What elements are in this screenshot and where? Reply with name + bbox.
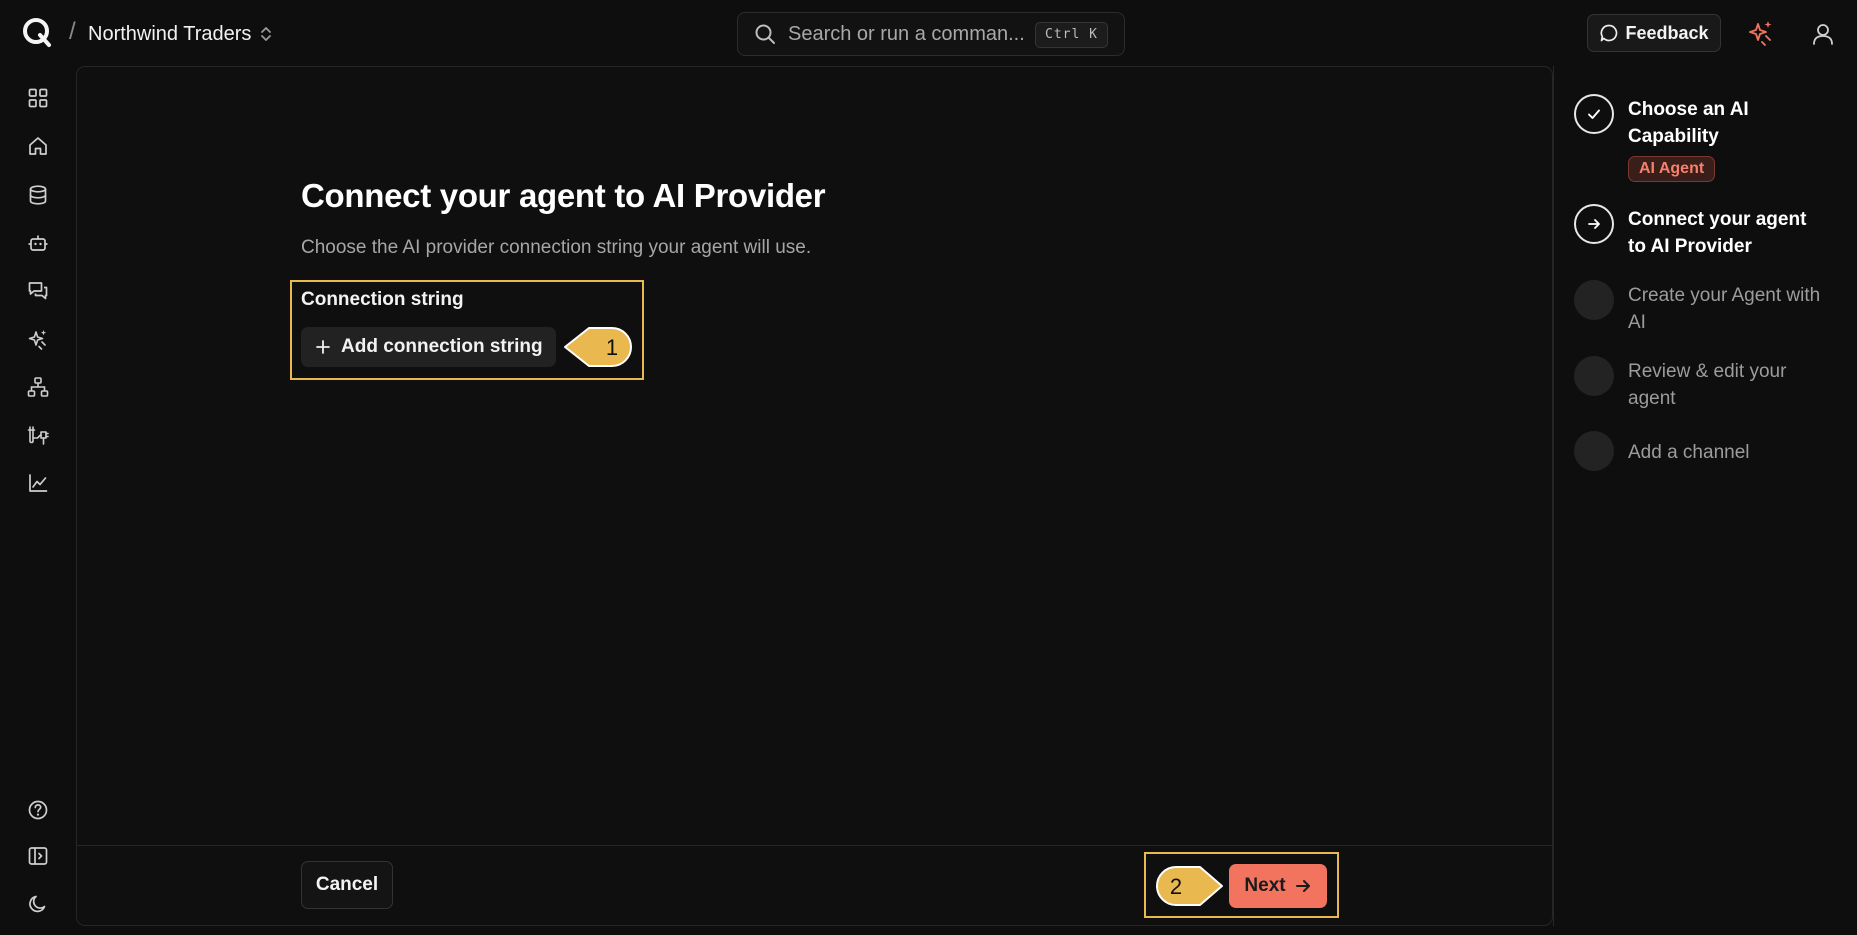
home-icon: [29, 137, 47, 155]
search-icon: [755, 24, 775, 44]
help-icon: [28, 800, 48, 820]
nav-item-home[interactable]: [24, 132, 52, 160]
page-subtitle: Choose the AI provider connection string…: [301, 237, 812, 258]
next-label: Next: [1244, 875, 1286, 896]
add-connection-string-label: Add connection string: [341, 336, 543, 357]
moon-icon: [29, 895, 46, 913]
grid-icon: [28, 88, 48, 108]
step-label: Connect your agent to AI Provider: [1628, 209, 1807, 257]
step-status-circle: [1574, 204, 1614, 244]
user-profile-icon[interactable]: [1809, 20, 1837, 48]
sidebar-toggle-icon: [28, 847, 48, 865]
page-title: Connect your agent to AI Provider: [301, 177, 826, 214]
plus-icon: [316, 340, 330, 354]
keyboard-shortcut-badge: Ctrl K: [1035, 22, 1108, 48]
nav-item-dashboard[interactable]: [24, 84, 52, 112]
step-status-circle: [1574, 280, 1614, 320]
step-label: Review & edit your agent: [1628, 361, 1787, 409]
chart-icon: [29, 474, 48, 492]
step-label: Add a channel: [1628, 442, 1750, 463]
app-logo-icon[interactable]: [20, 15, 54, 49]
main-panel: Connect your agent to AI Provider Choose…: [76, 66, 1553, 926]
footer-divider: [77, 845, 1552, 846]
callout-2-number: 2: [1170, 874, 1182, 899]
nav-item-help[interactable]: [24, 796, 52, 824]
nav-item-database[interactable]: [24, 181, 52, 209]
step-status-circle: [1574, 356, 1614, 396]
nav-item-analytics[interactable]: [24, 469, 52, 497]
theme-toggle-button[interactable]: [24, 890, 52, 918]
step-label: Choose an AI Capability: [1628, 99, 1749, 147]
callout-1-number: 1: [606, 335, 618, 360]
search-bar[interactable]: Search or run a comman... Ctrl K: [737, 12, 1125, 56]
arrow-right-icon: [1588, 219, 1600, 229]
nav-item-chats[interactable]: [24, 277, 52, 305]
ai-sparkles-icon[interactable]: [1745, 18, 1775, 48]
check-icon: [1588, 109, 1600, 119]
next-button[interactable]: Next: [1229, 864, 1327, 908]
step-status-circle: [1574, 431, 1614, 471]
feedback-button[interactable]: Feedback: [1587, 14, 1721, 52]
arrow-right-icon: [1295, 880, 1310, 892]
sparkles-icon: [28, 330, 47, 350]
workspace-name: Northwind Traders: [88, 22, 252, 45]
sidebar-toggle-button[interactable]: [24, 842, 52, 870]
breadcrumb-separator: /: [69, 18, 76, 45]
callout-marker-2: 2: [1156, 866, 1223, 906]
nav-item-integrations[interactable]: [24, 421, 52, 449]
chevron-up-down-icon: [261, 27, 272, 41]
cancel-button[interactable]: Cancel: [301, 861, 393, 909]
database-icon: [29, 185, 47, 205]
step-label: Create your Agent with AI: [1628, 285, 1821, 333]
hierarchy-icon: [27, 377, 49, 397]
nav-item-workflows[interactable]: [24, 373, 52, 401]
plug-icon: [27, 426, 49, 445]
chat-icon: [28, 282, 48, 300]
wizard-steps-panel: Choose an AI Capability AI Agent Connect…: [1553, 66, 1848, 926]
nav-item-agents[interactable]: [24, 229, 52, 257]
sidebar-nav: [0, 66, 76, 935]
robot-icon: [28, 235, 48, 251]
message-bubble-icon: [1601, 24, 1618, 42]
capability-badge: AI Agent: [1628, 156, 1716, 182]
step-status-circle: [1574, 94, 1614, 134]
add-connection-string-button[interactable]: Add connection string: [301, 327, 556, 367]
nav-item-ai[interactable]: [24, 325, 52, 353]
connection-string-label: Connection string: [301, 289, 464, 310]
feedback-label: Feedback: [1625, 22, 1709, 43]
callout-marker-1: 1: [564, 327, 632, 367]
top-bar: / Northwind Traders Search or run a comm…: [0, 0, 1857, 66]
search-placeholder: Search or run a comman...: [788, 22, 1025, 45]
workspace-switcher[interactable]: Northwind Traders: [88, 20, 273, 48]
